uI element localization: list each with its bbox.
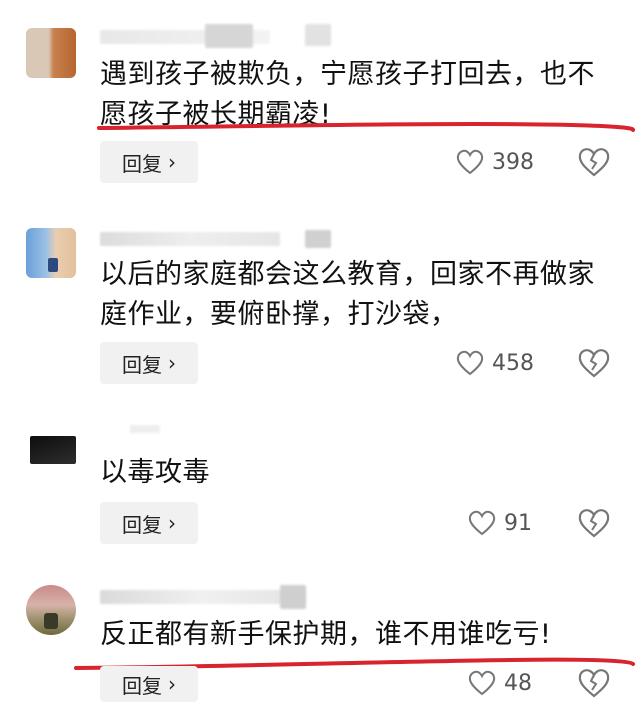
like-count: 458 <box>492 350 534 376</box>
reply-label: 回复 <box>122 673 162 698</box>
comment-item: 以后的家庭都会这么教育，回家不再做家庭作业，要俯卧撑，打沙袋， 回复 › 458 <box>0 200 640 400</box>
heart-outline-icon <box>468 510 496 536</box>
chevron-right-icon: › <box>168 351 176 375</box>
reply-button[interactable]: 回复 › <box>100 141 198 183</box>
comment-item: 遇到孩子被欺负，宁愿孩子打回去，也不愿孩子被长期霸凌! 回复 › 398 <box>0 0 640 200</box>
reply-label: 回复 <box>122 512 162 537</box>
broken-heart-icon[interactable] <box>576 665 612 701</box>
heart-outline-icon <box>456 350 484 376</box>
comment-item: 反正都有新手保护期，谁不用谁吃亏! 回复 › 48 <box>0 565 640 710</box>
username-blurred <box>130 425 160 433</box>
username-blurred[interactable] <box>100 232 280 246</box>
broken-heart-icon[interactable] <box>576 345 612 381</box>
like-count: 91 <box>504 510 532 536</box>
like-button[interactable]: 48 <box>468 662 532 704</box>
broken-heart-icon[interactable] <box>576 505 612 541</box>
heart-outline-icon <box>456 149 484 175</box>
like-button[interactable]: 91 <box>468 502 532 544</box>
avatar[interactable] <box>26 228 76 278</box>
avatar[interactable] <box>26 585 76 635</box>
comment-item: 以毒攻毒 回复 › 91 <box>0 405 640 565</box>
reply-button[interactable]: 回复 › <box>100 666 198 702</box>
comment-text: 以毒攻毒 <box>100 457 210 488</box>
chevron-right-icon: › <box>168 511 176 535</box>
like-count: 398 <box>492 149 534 175</box>
chevron-right-icon: › <box>168 150 176 174</box>
like-count: 48 <box>504 670 532 696</box>
comment-text: 遇到孩子被欺负，宁愿孩子打回去，也不愿孩子被长期霸凌! <box>100 59 595 130</box>
chevron-right-icon: › <box>168 672 176 696</box>
comment-text: 反正都有新手保护期，谁不用谁吃亏! <box>100 619 552 650</box>
username-blurred-2 <box>280 585 306 609</box>
broken-heart-icon[interactable] <box>576 144 612 180</box>
username-blurred-2 <box>305 230 331 248</box>
avatar[interactable] <box>26 430 76 480</box>
reply-label: 回复 <box>122 352 162 377</box>
username-blurred[interactable] <box>100 590 305 604</box>
reply-button[interactable]: 回复 › <box>100 502 198 544</box>
comment-text: 以后的家庭都会这么教育，回家不再做家庭作业，要俯卧撑，打沙袋， <box>100 259 595 330</box>
reply-label: 回复 <box>122 151 162 176</box>
like-button[interactable]: 458 <box>456 342 534 384</box>
heart-outline-icon <box>468 670 496 696</box>
avatar[interactable] <box>26 28 76 78</box>
like-button[interactable]: 398 <box>456 141 534 183</box>
username-blurred-3 <box>305 24 331 46</box>
reply-button[interactable]: 回复 › <box>100 342 198 384</box>
username-blurred-2 <box>205 24 253 48</box>
